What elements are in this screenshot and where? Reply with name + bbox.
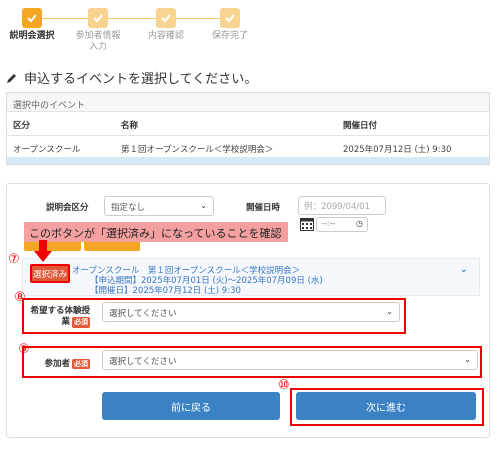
instruction-callout: このボタンが「選択済み」になっていることを確認 bbox=[24, 222, 288, 242]
event-period: 【申込期間】2025年07月01日 (火)～2025年07月09日 (水) bbox=[90, 276, 323, 286]
back-button[interactable]: 前に戻る bbox=[102, 392, 280, 420]
trial-placeholder: 選択してください bbox=[109, 309, 177, 319]
next-button[interactable]: 次に進む bbox=[296, 392, 476, 420]
chevron-down-icon: ⌄ bbox=[200, 201, 207, 210]
event-title[interactable]: オープンスクール 第１回オープンスクール＜学校説明会＞ bbox=[72, 266, 300, 276]
time-input[interactable]: --:-- ◷ bbox=[316, 217, 368, 232]
trial-label: 希望する体験授 業必須 bbox=[30, 306, 90, 328]
chevron-down-icon: ⌄ bbox=[386, 307, 393, 316]
arrow-down-icon bbox=[34, 240, 52, 262]
calendar-icon[interactable] bbox=[300, 217, 314, 231]
check-icon bbox=[156, 8, 176, 28]
chevron-down-icon[interactable]: ⌄ bbox=[460, 265, 468, 275]
table-header: 区分 名称 開催日付 bbox=[7, 112, 489, 136]
chevron-down-icon: ⌄ bbox=[464, 355, 471, 364]
date-label: 開催日時 bbox=[246, 203, 281, 213]
panel-footer-stripe bbox=[7, 157, 489, 164]
participant-placeholder: 選択してください bbox=[109, 357, 177, 367]
event-date: 【開催日】2025年07月12日 (土) 9:30 bbox=[90, 286, 241, 296]
chosen-button[interactable]: 選択済み bbox=[30, 264, 70, 283]
participant-select[interactable]: 選択してください ⌄ bbox=[102, 350, 478, 370]
step-complete: 保存完了 bbox=[204, 8, 256, 42]
selected-event-panel: 選択中のイベント 区分 名称 開催日付 オープンスクール 第１回オープンスクール… bbox=[6, 92, 490, 165]
step-label: 内容確認 bbox=[147, 31, 184, 41]
cell-category: オープンスクール bbox=[13, 145, 81, 155]
step-label: 参加者情報 入力 bbox=[75, 31, 121, 52]
trial-select[interactable]: 選択してください ⌄ bbox=[102, 302, 400, 322]
participant-label-text: 参加者 bbox=[44, 359, 70, 369]
col-date: 開催日付 bbox=[343, 121, 378, 131]
category-select[interactable]: 指定なし ⌄ bbox=[104, 196, 214, 216]
category-label: 説明会区分 bbox=[46, 203, 89, 213]
participant-label: 参加者 必須 bbox=[36, 357, 90, 369]
pencil-icon bbox=[7, 73, 16, 83]
trial-label-line1: 希望する体験授 bbox=[30, 306, 90, 316]
page-heading: 申込するイベントを選択してください。 bbox=[6, 68, 257, 87]
check-icon bbox=[22, 8, 42, 28]
trial-label-line2: 業 bbox=[61, 317, 70, 327]
panel-title: 選択中のイベント bbox=[7, 93, 489, 112]
clock-icon: ◷ bbox=[356, 219, 363, 228]
check-icon bbox=[88, 8, 108, 28]
date-input[interactable]: 例：2099/04/01 bbox=[298, 196, 386, 215]
required-badge: 必須 bbox=[72, 359, 90, 369]
annotation-7: ⑦ bbox=[8, 252, 20, 267]
col-category: 区分 bbox=[13, 121, 31, 131]
step-participant-info: 参加者情報 入力 bbox=[70, 8, 126, 53]
col-name: 名称 bbox=[121, 121, 139, 131]
check-icon bbox=[220, 8, 240, 28]
step-confirm: 内容確認 bbox=[140, 8, 192, 42]
required-badge: 必須 bbox=[72, 317, 90, 328]
step-event-select: 説明会選択 bbox=[6, 8, 58, 42]
step-label: 保存完了 bbox=[211, 31, 248, 41]
cell-date: 2025年07月12日 (土) 9:30 bbox=[343, 145, 452, 155]
cell-name: 第１回オープンスクール＜学校説明会＞ bbox=[121, 145, 274, 155]
step-label: 説明会選択 bbox=[9, 31, 55, 41]
category-value: 指定なし bbox=[111, 203, 146, 213]
time-placeholder: --:-- bbox=[321, 219, 336, 228]
page-title: 申込するイベントを選択してください。 bbox=[24, 72, 258, 87]
annotation-10: ⑩ bbox=[278, 378, 290, 393]
